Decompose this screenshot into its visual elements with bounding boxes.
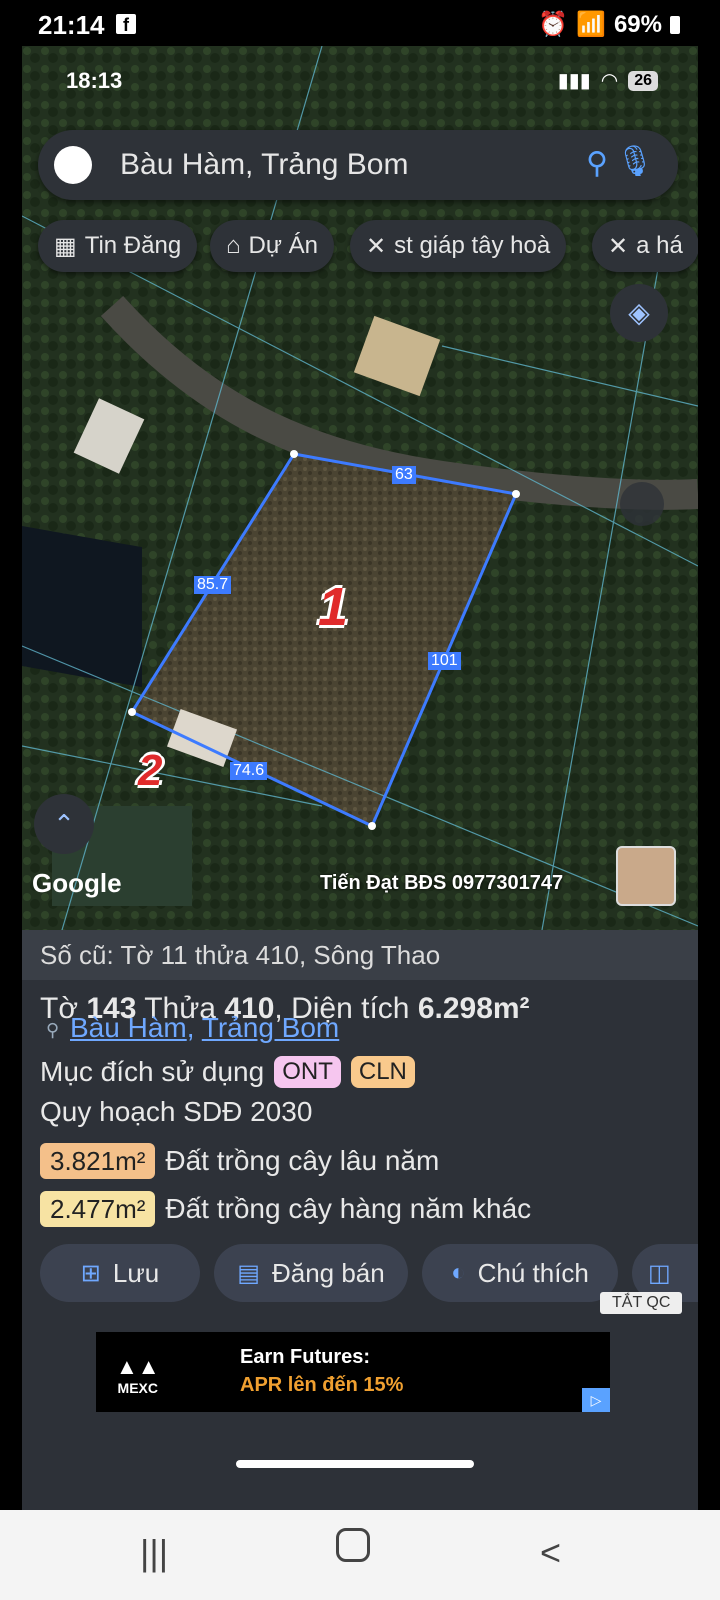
- recent-apps-icon[interactable]: |||: [140, 1532, 168, 1574]
- tag-cln[interactable]: CLN: [350, 1056, 415, 1088]
- chip-st-giap-tay-hoa[interactable]: ✕ st giáp tây hoà: [350, 220, 567, 272]
- area-badge: 3.821m²: [40, 1143, 156, 1179]
- home-indicator[interactable]: [236, 1460, 474, 1468]
- land-type: Đất trồng cây lâu năm: [165, 1145, 440, 1176]
- map-view[interactable]: 63 85.7 101 74.6 1 2 18:13 ▮▮▮ ◠ 26 Bàu …: [22, 46, 698, 930]
- navigation-bar: ||| <: [0, 1510, 720, 1600]
- post-sale-button[interactable]: ▤ Đăng bán: [214, 1244, 408, 1302]
- home-icon[interactable]: [336, 1528, 370, 1562]
- watermark: Tiến Đạt BĐS 0977301747: [320, 872, 564, 894]
- mic-icon[interactable]: 🎙: [616, 144, 654, 179]
- pattern-icon: ✕: [366, 232, 387, 260]
- table-icon: ▦: [54, 232, 77, 260]
- ad-brand: ▲▲ MEXC: [116, 1354, 160, 1396]
- battery-icon: [670, 15, 680, 34]
- edge-label-right: 101: [428, 652, 461, 670]
- location-link-bau-ham[interactable]: Bàu Hàm: [70, 1012, 187, 1043]
- tag-ont[interactable]: ONT: [274, 1056, 341, 1088]
- status-bar: 21:14 f ⏰ 📶 69%: [0, 0, 720, 50]
- area-badge: 2.477m²: [40, 1191, 156, 1227]
- land-row: 2.477m² Đất trồng cây hàng năm khác: [40, 1190, 531, 1228]
- camera-icon: ◫: [648, 1259, 671, 1287]
- ad-close-button[interactable]: TẮT QC: [600, 1292, 683, 1314]
- bookmark-plus-icon: ⊞: [80, 1259, 101, 1287]
- planning-title: Quy hoạch SDĐ 2030: [40, 1096, 313, 1127]
- back-icon[interactable]: <: [540, 1532, 561, 1574]
- edge-label-bottom: 74.6: [230, 762, 268, 780]
- inner-clock: 18:13: [66, 68, 123, 93]
- google-logo: Google: [32, 868, 122, 898]
- chip-tin-dang[interactable]: ▦ Tin Đăng: [38, 220, 198, 272]
- land-row: 3.821m² Đất trồng cây lâu năm: [40, 1142, 439, 1180]
- wifi-icon: 📶: [576, 11, 606, 38]
- wifi-icon: ◠: [600, 70, 619, 92]
- avatar: [616, 846, 676, 906]
- location-pin-icon: ⚲: [46, 1020, 60, 1040]
- clock: 21:14: [38, 10, 105, 40]
- signal-icon: ▮▮▮: [557, 70, 591, 92]
- pattern-icon: ✕: [608, 232, 629, 260]
- battery-badge: 26: [628, 70, 658, 91]
- old-parcel-info: Số cũ: Tờ 11 thửa 410, Sông Thao: [22, 930, 698, 980]
- alarm-icon: ⏰: [538, 11, 569, 38]
- search-input[interactable]: Bàu Hàm, Trảng Bom: [120, 148, 408, 182]
- adchoices-icon[interactable]: ▷: [582, 1388, 610, 1412]
- edge-label-left: 85.7: [194, 576, 232, 594]
- chevron-up-icon[interactable]: ⌃: [34, 794, 94, 854]
- building-icon: ⌂: [226, 232, 241, 259]
- app-logo: [54, 146, 92, 184]
- ad-subtitle: APR lên đến 15%: [240, 1374, 404, 1396]
- marker-1: 1: [318, 577, 349, 637]
- contrast-icon: ◐: [451, 1259, 466, 1286]
- marker-2: 2: [138, 746, 163, 795]
- screenshot-frame: 63 85.7 101 74.6 1 2 18:13 ▮▮▮ ◠ 26 Bàu …: [22, 46, 698, 1510]
- location-link-trang-bom[interactable]: Trảng Bom: [202, 1012, 339, 1043]
- land-use-purpose: Mục đích sử dụng ONT CLN: [40, 1056, 415, 1088]
- ad-title: Earn Futures:: [240, 1346, 371, 1368]
- ad-banner[interactable]: ▲▲ MEXC Earn Futures: APR lên đến 15% ▷: [96, 1332, 610, 1412]
- edge-label-top: 63: [392, 466, 416, 484]
- legend-button[interactable]: ◐ Chú thích: [422, 1244, 618, 1302]
- facebook-icon: f: [116, 14, 136, 35]
- layers-icon[interactable]: ◈: [610, 284, 668, 342]
- land-type: Đất trồng cây hàng năm khác: [165, 1193, 532, 1224]
- chip-du-an[interactable]: ⌂ Dự Án: [210, 220, 334, 272]
- save-button[interactable]: ⊞ Lưu: [40, 1244, 200, 1302]
- search-icon[interactable]: ⚲: [586, 146, 608, 181]
- search-bar[interactable]: Bàu Hàm, Trảng Bom ⚲ 🎙: [38, 130, 678, 200]
- battery-percent: 69%: [613, 10, 662, 38]
- table-icon: ▤: [237, 1259, 260, 1287]
- chip-a-ha[interactable]: ✕ a há: [592, 220, 698, 272]
- location-links: Bàu Hàm, Trảng Bom: [70, 1012, 340, 1043]
